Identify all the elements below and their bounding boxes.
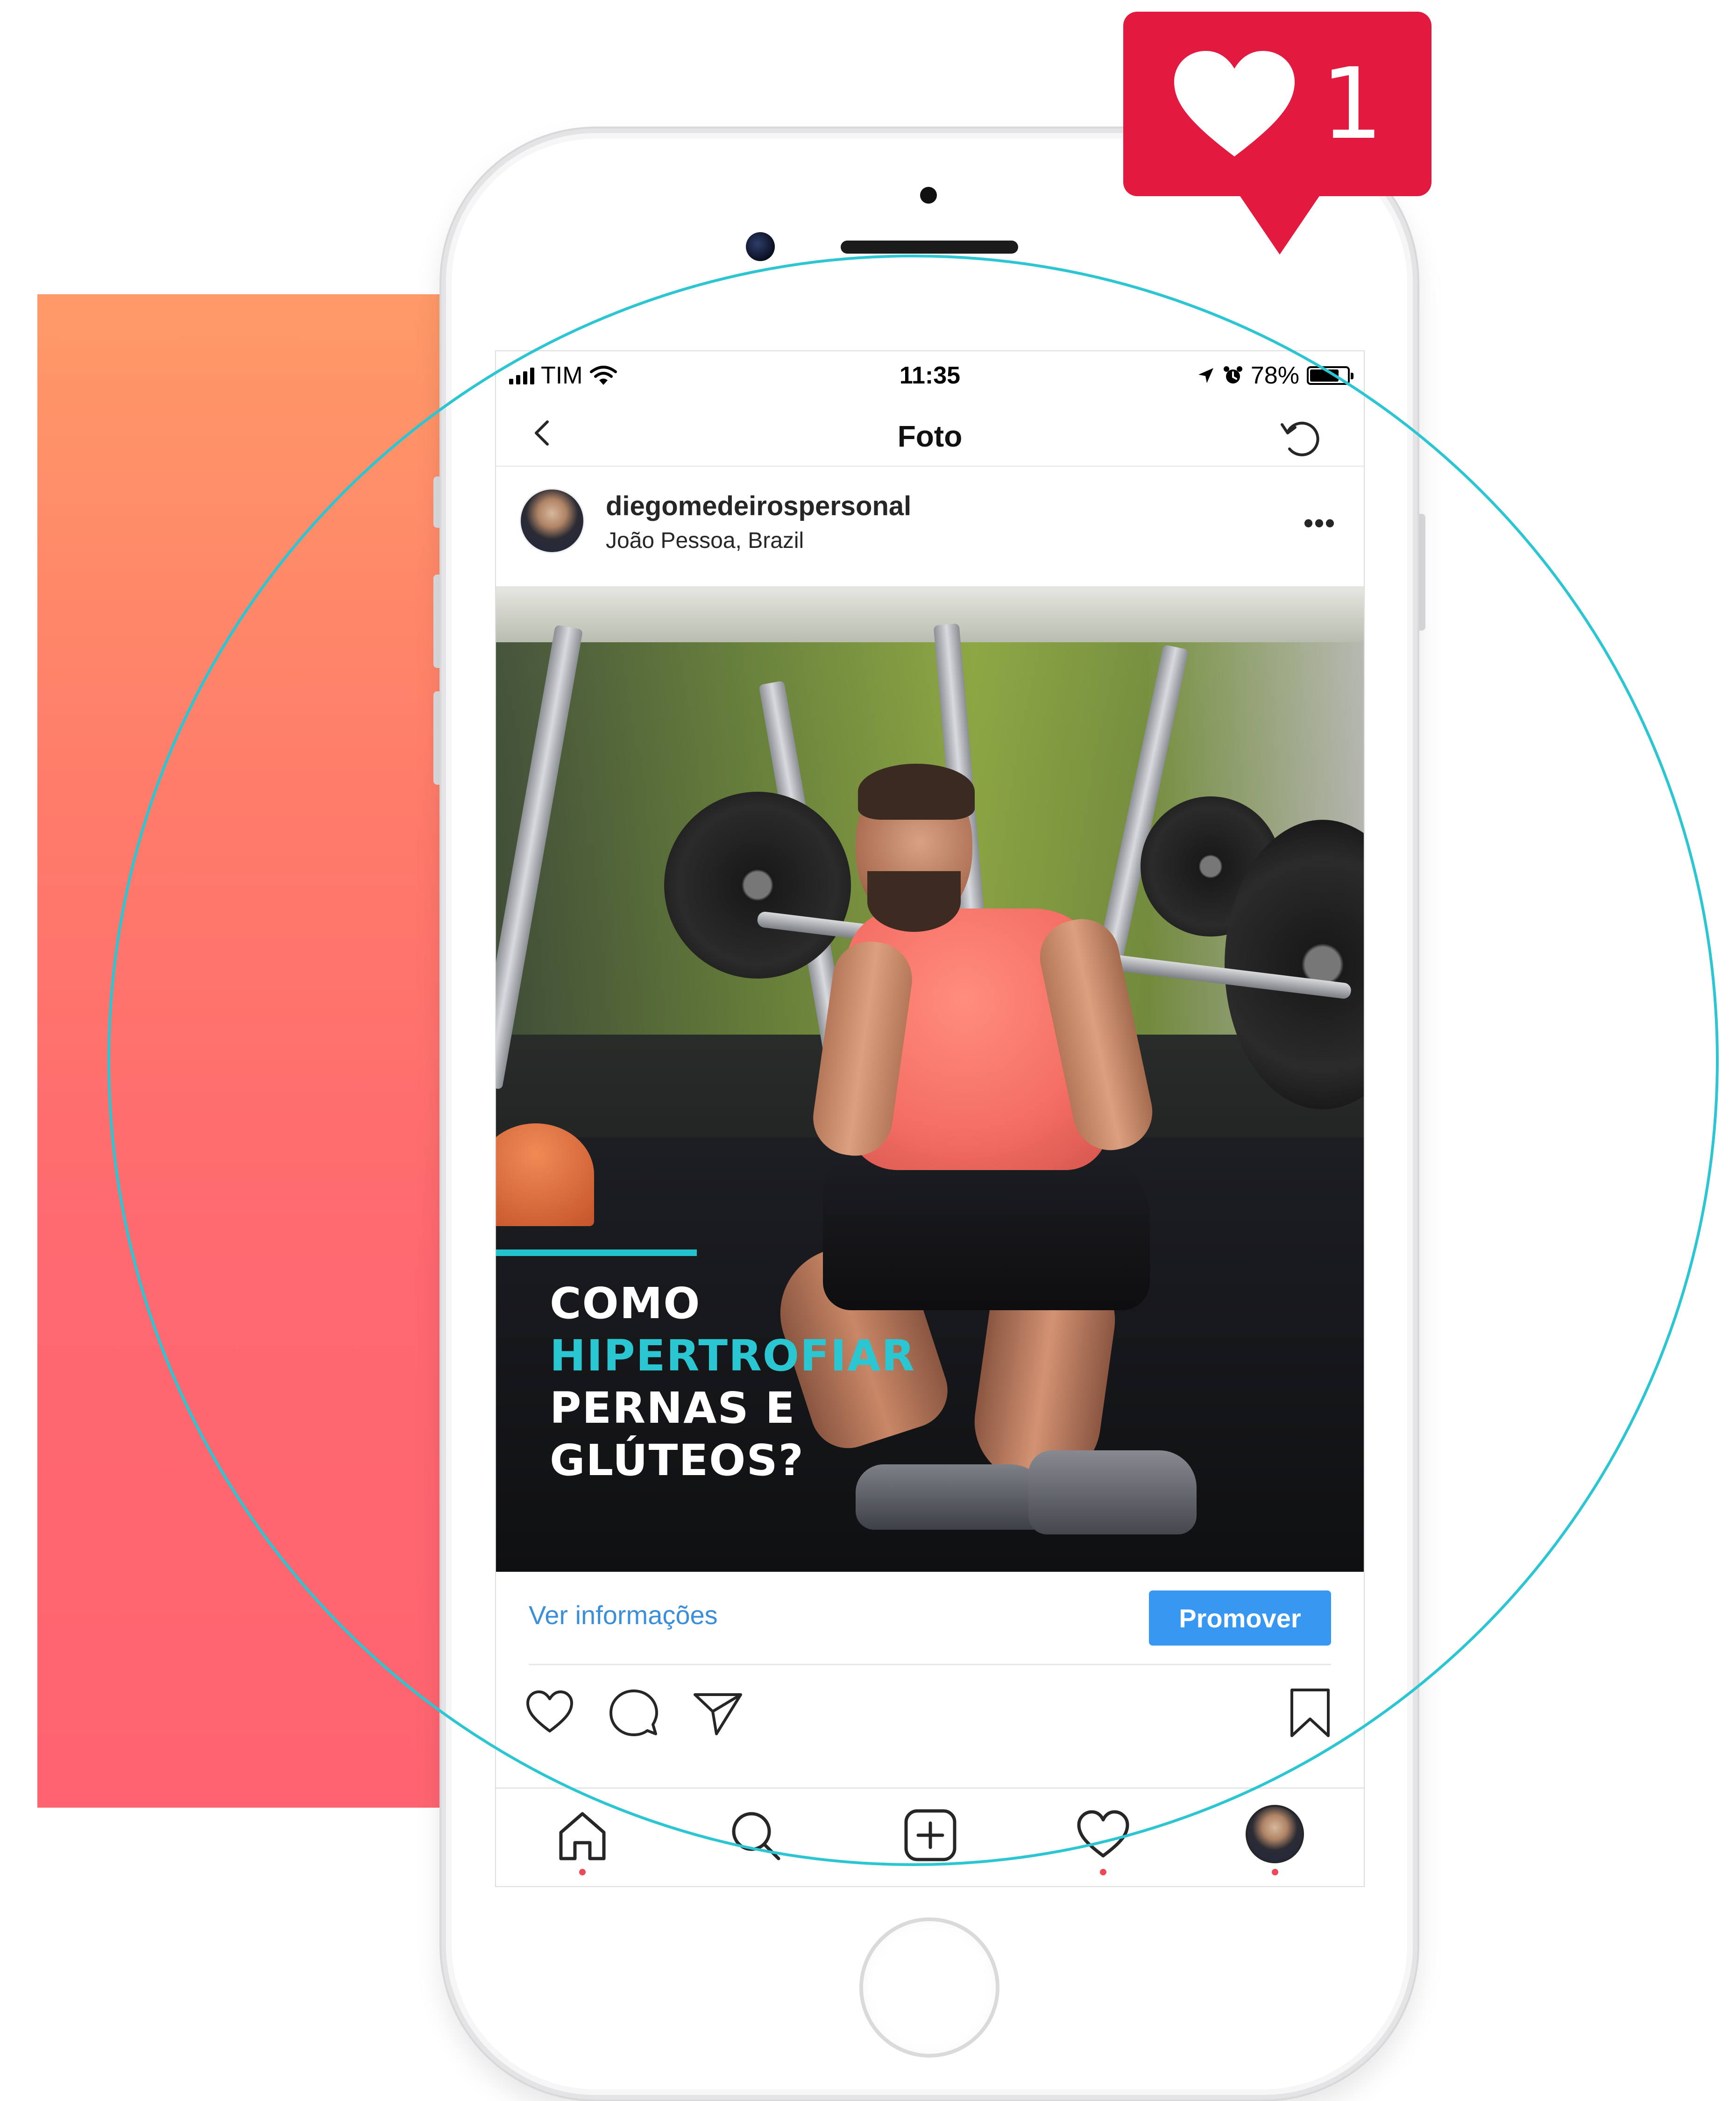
nav-header: Foto — [496, 400, 1364, 467]
post-header: diegomedeirospersonal João Pessoa, Brazi… — [496, 467, 1364, 586]
search-icon[interactable] — [727, 1807, 783, 1863]
promote-button[interactable]: Promover — [1149, 1590, 1331, 1646]
heart-icon — [1174, 50, 1295, 156]
image-headline-line1: COMO — [550, 1278, 701, 1328]
image-headline-line2: HIPERTROFIAR — [550, 1331, 916, 1381]
tab-bar — [496, 1788, 1364, 1886]
post-username[interactable]: diegomedeirospersonal — [606, 490, 911, 522]
battery-level-fill — [1310, 369, 1339, 382]
refresh-icon[interactable] — [1277, 414, 1324, 461]
location-arrow-icon — [1198, 368, 1213, 383]
home-button[interactable] — [859, 1917, 999, 2058]
more-options-icon[interactable]: ••• — [1304, 507, 1336, 539]
home-icon[interactable] — [554, 1807, 610, 1863]
status-bar: TIM 11:35 78% — [496, 351, 1364, 398]
add-icon[interactable] — [902, 1807, 958, 1863]
image-headline: COMO HIPERTROFIAR PERNAS E GLÚTEOS? — [550, 1278, 915, 1487]
battery-icon — [1307, 366, 1353, 385]
activity-notification-dot — [1100, 1869, 1106, 1875]
post-location[interactable]: João Pessoa, Brazil — [606, 528, 804, 554]
insights-row: Ver informações Promover — [496, 1572, 1364, 1661]
activity-icon[interactable] — [1075, 1807, 1131, 1863]
like-count: 1 — [1321, 46, 1383, 161]
avatar[interactable] — [519, 488, 585, 554]
front-camera — [746, 232, 775, 261]
proximity-sensor — [920, 187, 937, 204]
profile-notification-dot — [1272, 1869, 1278, 1875]
divider — [529, 1664, 1331, 1665]
post-image[interactable]: COMO HIPERTROFIAR PERNAS E GLÚTEOS? — [496, 586, 1364, 1572]
status-right: 78% — [1197, 362, 1353, 390]
phone-screen: TIM 11:35 78% Foto diegomedeirospersonal… — [495, 350, 1365, 1887]
battery-percent: 78% — [1250, 362, 1299, 389]
image-headline-line4: GLÚTEOS? — [550, 1435, 804, 1485]
image-ceiling — [496, 586, 1364, 642]
heart-icon[interactable] — [524, 1687, 575, 1739]
image-headline-line3: PERNAS E — [550, 1383, 796, 1433]
comment-icon[interactable] — [608, 1687, 659, 1739]
image-accent-line — [496, 1249, 697, 1256]
home-notification-dot — [579, 1869, 586, 1875]
view-insights-link[interactable]: Ver informações — [529, 1600, 718, 1630]
profile-avatar[interactable] — [1246, 1805, 1304, 1863]
bookmark-icon[interactable] — [1284, 1687, 1336, 1739]
like-notification-badge: 1 — [1123, 12, 1431, 196]
alarm-icon — [1223, 366, 1242, 383]
post-actions — [496, 1673, 1364, 1748]
stage: TIM 11:35 78% Foto diegomedeirospersonal… — [0, 0, 1736, 2101]
like-notification-pointer — [1235, 189, 1324, 255]
earpiece-speaker — [841, 241, 1018, 254]
page-title: Foto — [897, 419, 963, 453]
send-icon[interactable] — [692, 1687, 744, 1739]
